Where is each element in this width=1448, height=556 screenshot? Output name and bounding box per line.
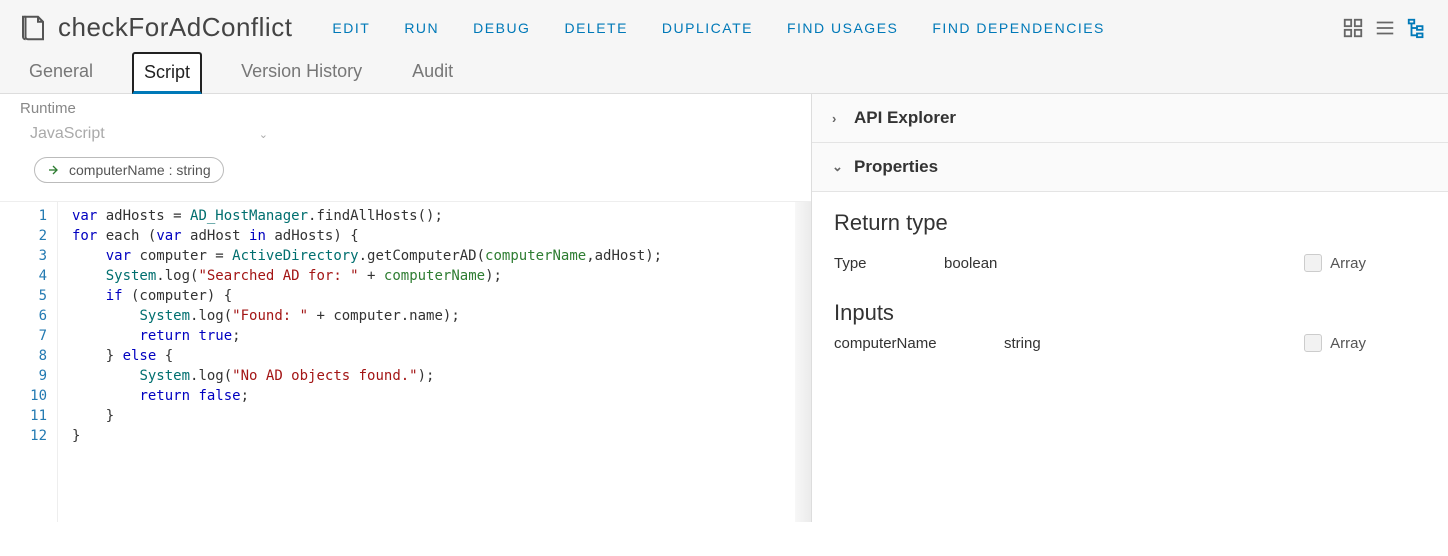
tree-view-icon[interactable] (1406, 17, 1428, 39)
runtime-select[interactable]: JavaScript ⌄ (20, 121, 278, 147)
type-value: boolean (944, 255, 1114, 272)
code-line[interactable]: System.log("Searched AD for: " + compute… (72, 266, 811, 286)
line-number: 3 (4, 246, 47, 266)
type-label: Type (834, 255, 944, 272)
action-edit[interactable]: EDIT (332, 20, 370, 36)
line-number: 8 (4, 346, 47, 366)
code-line[interactable]: } (72, 426, 811, 446)
array-checkbox[interactable] (1304, 254, 1322, 272)
tabs: General Script Version History Audit (0, 51, 1448, 94)
view-toggles (1342, 17, 1428, 39)
line-number: 6 (4, 306, 47, 326)
code-line[interactable]: if (computer) { (72, 286, 811, 306)
code-line[interactable]: } else { (72, 346, 811, 366)
code-line[interactable]: } (72, 406, 811, 426)
api-explorer-title: API Explorer (854, 108, 956, 128)
right-pane: › API Explorer ⌄ Properties Return type … (812, 94, 1448, 522)
line-number: 9 (4, 366, 47, 386)
title-wrap: checkForAdConflict (18, 12, 292, 43)
chevron-down-icon: ⌄ (832, 159, 846, 175)
line-number: 5 (4, 286, 47, 306)
line-number: 12 (4, 426, 47, 446)
input-row: computerNamestring Array (834, 334, 1426, 352)
properties-header[interactable]: ⌄ Properties (812, 143, 1448, 192)
inputs-list: computerNamestring Array (834, 334, 1426, 352)
line-number: 2 (4, 226, 47, 246)
action-duplicate[interactable]: DUPLICATE (662, 20, 753, 36)
action-find-dependencies[interactable]: FIND DEPENDENCIES (932, 20, 1105, 36)
input-name: computerName (834, 335, 1004, 352)
inputs-header: Inputs (834, 300, 1426, 326)
line-number: 10 (4, 386, 47, 406)
properties-title: Properties (854, 157, 938, 177)
code-area[interactable]: var adHosts = AD_HostManager.findAllHost… (58, 202, 811, 522)
api-explorer-header[interactable]: › API Explorer (812, 94, 1448, 143)
line-number: 11 (4, 406, 47, 426)
action-run[interactable]: RUN (404, 20, 439, 36)
return-type-header: Return type (834, 210, 1426, 236)
code-line[interactable]: return true; (72, 326, 811, 346)
runtime-section: Runtime JavaScript ⌄ computerName : stri… (0, 94, 811, 201)
action-delete[interactable]: DELETE (564, 20, 627, 36)
input-type: string (1004, 335, 1174, 352)
tab-audit[interactable]: Audit (401, 52, 464, 94)
tab-version-history[interactable]: Version History (230, 52, 373, 94)
input-array-checkbox[interactable] (1304, 334, 1322, 352)
code-line[interactable]: System.log("Found: " + computer.name); (72, 306, 811, 326)
toolbar: checkForAdConflict EDIT RUN DEBUG DELETE… (0, 0, 1448, 51)
scrollbar-vertical[interactable] (795, 202, 811, 522)
page-title: checkForAdConflict (58, 12, 292, 43)
tab-script[interactable]: Script (132, 52, 202, 94)
runtime-label: Runtime (20, 100, 797, 117)
return-type-row: Type boolean Array (834, 254, 1426, 272)
code-line[interactable]: System.log("No AD objects found."); (72, 366, 811, 386)
tab-general[interactable]: General (18, 52, 104, 94)
code-line[interactable]: var computer = ActiveDirectory.getComput… (72, 246, 811, 266)
line-number: 4 (4, 266, 47, 286)
code-line[interactable]: return false; (72, 386, 811, 406)
action-find-usages[interactable]: FIND USAGES (787, 20, 898, 36)
properties-body: Return type Type boolean Array Inputs co… (812, 192, 1448, 398)
input-array-label: Array (1330, 335, 1366, 352)
grid-view-icon[interactable] (1342, 17, 1364, 39)
main: Runtime JavaScript ⌄ computerName : stri… (0, 94, 1448, 522)
action-bar: EDIT RUN DEBUG DELETE DUPLICATE FIND USA… (332, 20, 1104, 36)
param-chip-label: computerName : string (69, 162, 211, 178)
code-line[interactable]: var adHosts = AD_HostManager.findAllHost… (72, 206, 811, 226)
chevron-down-icon: ⌄ (259, 128, 268, 141)
param-chip[interactable]: computerName : string (34, 157, 224, 183)
line-number: 7 (4, 326, 47, 346)
left-pane: Runtime JavaScript ⌄ computerName : stri… (0, 94, 812, 522)
line-number-gutter: 123456789101112 (0, 202, 58, 522)
code-line[interactable]: for each (var adHost in adHosts) { (72, 226, 811, 246)
script-icon (18, 13, 48, 43)
runtime-value: JavaScript (30, 125, 105, 143)
array-label: Array (1330, 255, 1366, 272)
line-number: 1 (4, 206, 47, 226)
list-view-icon[interactable] (1374, 17, 1396, 39)
chevron-right-icon: › (832, 111, 846, 126)
input-param-icon (47, 162, 63, 178)
code-editor[interactable]: 123456789101112 var adHosts = AD_HostMan… (0, 201, 811, 522)
action-debug[interactable]: DEBUG (473, 20, 530, 36)
